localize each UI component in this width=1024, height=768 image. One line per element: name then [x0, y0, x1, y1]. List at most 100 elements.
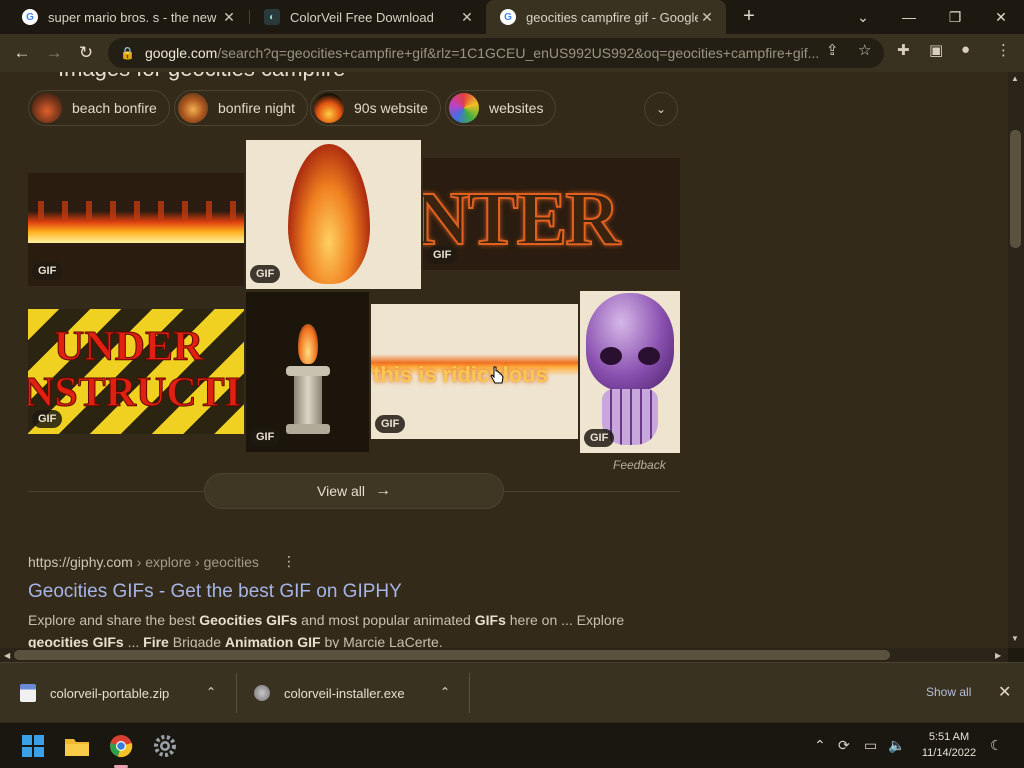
clock-date: 11/14/2022: [921, 747, 977, 759]
new-tab-button[interactable]: +: [738, 6, 760, 28]
tab-search-button[interactable]: ⌄: [840, 0, 886, 34]
zip-file-icon: [20, 684, 36, 702]
chip-label: 90s website: [354, 100, 428, 116]
image-result-under-construction[interactable]: UNDER NSTRUCTI GIF: [28, 309, 244, 434]
system-clock[interactable]: 5:51 AM 11/14/2022: [914, 729, 984, 761]
download-divider: [236, 673, 237, 713]
tab-title: super mario bros. s - the new de: [48, 9, 220, 25]
chip-90s-website[interactable]: 90s website: [310, 90, 441, 126]
side-panel-icon[interactable]: ▣: [929, 41, 943, 59]
windows-start-icon[interactable]: [18, 731, 48, 761]
snippet-text: and most popular animated: [297, 612, 475, 628]
search-results-page: Images for geocities campfire beach bonf…: [0, 72, 1008, 648]
image-result-enter[interactable]: NTER GIF: [423, 158, 680, 270]
address-bar[interactable]: 🔒 google.com /search?q=geocities+campfir…: [108, 38, 884, 68]
chip-thumbnail: [32, 93, 62, 123]
view-all-button[interactable]: View all →: [204, 473, 504, 509]
result-domain: https://giphy.com: [28, 554, 133, 570]
url-path: /search?q=geocities+campfire+gif&rlz=1C1…: [217, 45, 820, 61]
tab-strip: G super mario bros. s - the new de ✕ ◐ C…: [0, 0, 1024, 34]
google-icon: G: [22, 9, 38, 25]
snippet-bold-term: Fire: [143, 634, 169, 648]
download-item[interactable]: colorveil-installer.exe: [254, 663, 405, 723]
file-explorer-icon[interactable]: [62, 731, 92, 761]
torch-base: [286, 424, 330, 434]
skull-eye: [600, 347, 622, 365]
snippet-text: ...: [123, 634, 144, 648]
chip-websites[interactable]: websites: [445, 90, 557, 126]
colorveil-icon: ◐: [264, 9, 280, 25]
profile-icon[interactable]: ●: [961, 41, 970, 58]
image-result-skull[interactable]: GIF: [580, 291, 680, 453]
gif-badge: GIF: [250, 428, 281, 446]
back-button[interactable]: ←: [11, 42, 33, 64]
image-result-torch[interactable]: GIF: [246, 292, 369, 452]
download-filename: colorveil-portable.zip: [50, 685, 170, 701]
view-all-label: View all: [317, 483, 365, 499]
tab-super-mario[interactable]: G super mario bros. s - the new de ✕: [8, 0, 248, 34]
result-title-link[interactable]: Geocities GIFs - Get the best GIF on GIP…: [28, 581, 402, 603]
share-icon[interactable]: ⇪: [826, 41, 839, 59]
scroll-down-icon[interactable]: ▼: [1011, 634, 1019, 643]
forward-button[interactable]: →: [43, 42, 65, 64]
close-icon[interactable]: ✕: [698, 9, 716, 26]
restore-button[interactable]: ❐: [932, 0, 978, 34]
skull-cranium: [586, 293, 674, 391]
download-item[interactable]: colorveil-portable.zip: [20, 663, 169, 723]
feedback-link[interactable]: Feedback: [613, 458, 666, 472]
tab-title: geocities campfire gif - Google S: [526, 9, 698, 25]
extensions-icon[interactable]: ✚: [897, 41, 910, 59]
reload-button[interactable]: ↻: [75, 42, 97, 64]
chip-thumbnail: [314, 93, 344, 123]
chip-beach-bonfire[interactable]: beach bonfire: [28, 90, 170, 126]
chrome-icon[interactable]: [106, 731, 136, 761]
image-result-flame[interactable]: GIF: [246, 140, 421, 289]
torch-flame: [298, 324, 318, 364]
download-divider: [469, 673, 470, 713]
clock-time: 5:51 AM: [928, 731, 970, 743]
snippet-bold-term: Geocities GIFs: [199, 612, 298, 628]
image-result-fire-strip[interactable]: GIF: [28, 173, 244, 286]
close-window-button[interactable]: ✕: [978, 0, 1024, 34]
hand-cursor-icon: [490, 366, 504, 386]
bookmark-star-icon[interactable]: ☆: [858, 41, 871, 59]
gif-badge: GIF: [584, 429, 615, 447]
chip-bonfire-night[interactable]: bonfire night: [174, 90, 309, 126]
show-all-downloads-link[interactable]: Show all: [926, 685, 971, 699]
settings-gear-icon[interactable]: [150, 731, 180, 761]
focus-moon-icon[interactable]: ☾: [990, 737, 1003, 754]
scroll-up-icon[interactable]: ▲: [1011, 74, 1019, 83]
tab-colorveil[interactable]: ◐ ColorVeil Free Download ✕: [250, 0, 486, 34]
chevron-up-icon[interactable]: ⌃: [440, 685, 450, 699]
snippet-bold-term: geocities GIFs: [28, 634, 124, 648]
close-icon[interactable]: ✕: [998, 682, 1011, 702]
image-result-ridiculous[interactable]: this is ridiculous GIF: [371, 304, 578, 439]
vertical-scroll-thumb[interactable]: [1010, 130, 1021, 248]
chevron-up-icon[interactable]: ⌃: [206, 685, 216, 699]
close-icon[interactable]: ✕: [220, 9, 238, 26]
horizontal-scroll-thumb[interactable]: [14, 650, 890, 660]
download-filename: colorveil-installer.exe: [284, 685, 405, 701]
tab-title: ColorVeil Free Download: [290, 9, 434, 25]
chip-label: bonfire night: [218, 100, 296, 116]
ridiculous-text: this is ridiculous: [373, 362, 548, 387]
gif-badge: GIF: [427, 246, 458, 264]
scroll-right-icon[interactable]: ▶: [995, 651, 1001, 660]
close-icon[interactable]: ✕: [458, 9, 476, 26]
exe-file-icon: [254, 685, 270, 701]
result-url[interactable]: https://giphy.com › explore › geocities: [28, 554, 259, 570]
chips-expand-button[interactable]: ⌄: [644, 92, 678, 126]
minimize-button[interactable]: —: [886, 0, 932, 34]
flame-graphic: [288, 144, 370, 284]
network-icon[interactable]: ▭: [864, 737, 877, 754]
gif-badge: GIF: [250, 265, 281, 283]
gif-badge: GIF: [32, 410, 63, 428]
show-hidden-icons-icon[interactable]: ⌃: [814, 737, 826, 754]
snippet-text: Explore and share the best: [28, 612, 200, 628]
volume-icon[interactable]: 🔈: [888, 737, 905, 754]
tab-geocities-campfire[interactable]: G geocities campfire gif - Google S ✕: [486, 0, 726, 34]
sync-icon[interactable]: ⟳: [838, 737, 850, 754]
menu-kebab-icon[interactable]: ⋮: [996, 41, 1011, 59]
scroll-left-icon[interactable]: ◀: [4, 651, 10, 660]
result-more-options-icon[interactable]: ⋮: [282, 553, 296, 570]
